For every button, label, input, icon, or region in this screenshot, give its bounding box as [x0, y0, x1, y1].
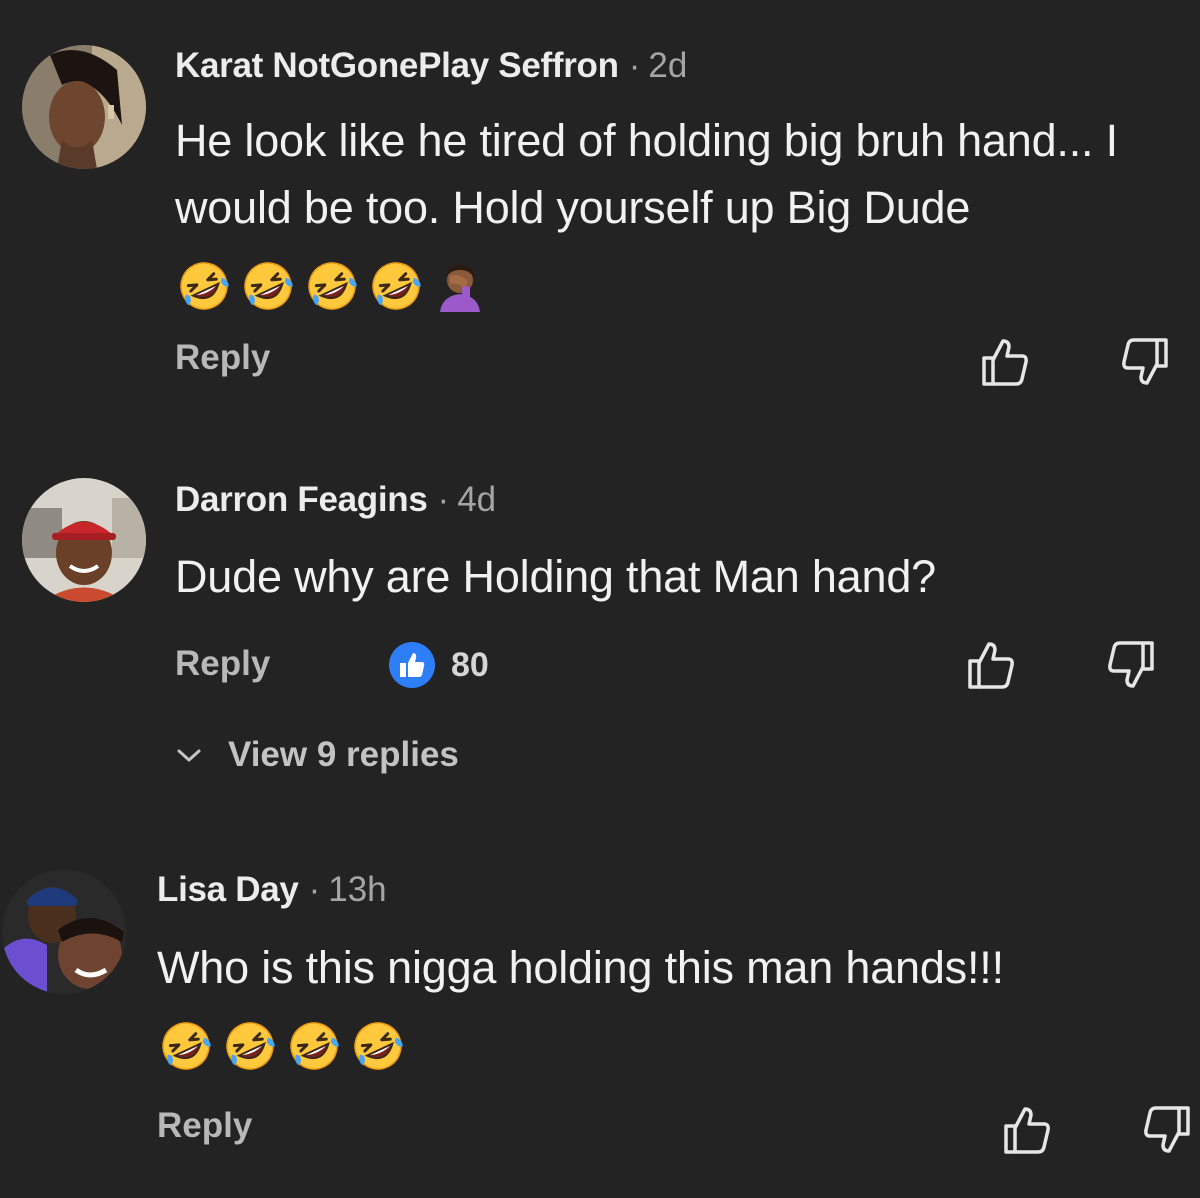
chevron-down-icon: [176, 745, 202, 765]
rolling-on-floor-laughing-emoji: [288, 1020, 340, 1072]
comment-text: Dude why are Holding that Man hand?: [175, 551, 936, 602]
rolling-on-floor-laughing-emoji: [224, 1020, 276, 1072]
comment-text-block: Who is this nigga holding this man hands…: [157, 934, 1197, 1076]
reply-button[interactable]: Reply: [157, 1104, 252, 1148]
emoji-row: [175, 249, 498, 316]
author-name[interactable]: Darron Feagins: [175, 480, 428, 519]
comment-age: 13h: [328, 870, 387, 909]
comment-header: Karat NotGonePlay Seffron · 2d: [175, 44, 687, 88]
view-replies-label: View 9 replies: [228, 735, 459, 774]
separator-dot: ·: [308, 870, 321, 909]
comment-header: Lisa Day · 13h: [157, 868, 387, 912]
reply-button[interactable]: Reply: [175, 336, 270, 380]
comment-header: Darron Feagins · 4d: [175, 478, 496, 522]
rolling-on-floor-laughing-emoji: [242, 260, 294, 312]
rolling-on-floor-laughing-emoji: [306, 260, 358, 312]
thumbs-down-outline-icon[interactable]: [1104, 637, 1160, 693]
reaction-count: 80: [451, 645, 489, 684]
thumbs-down-outline-icon[interactable]: [1118, 334, 1174, 390]
avatar[interactable]: [22, 45, 146, 169]
reaction-summary[interactable]: 80: [389, 642, 489, 688]
author-name[interactable]: Karat NotGonePlay Seffron: [175, 46, 619, 85]
woman-facepalming-emoji: [434, 260, 486, 312]
author-name[interactable]: Lisa Day: [157, 870, 299, 909]
comment-age: 4d: [457, 480, 497, 519]
comment-text: Who is this nigga holding this man hands…: [157, 942, 1004, 993]
thumbs-down-outline-icon[interactable]: [1140, 1102, 1196, 1158]
thumbs-up-outline-icon[interactable]: [976, 334, 1032, 390]
like-badge-icon: [389, 642, 435, 688]
rolling-on-floor-laughing-emoji: [352, 1020, 404, 1072]
emoji-row: [157, 1009, 416, 1076]
avatar[interactable]: [2, 870, 126, 994]
thumbs-up-outline-icon[interactable]: [962, 637, 1018, 693]
comment-text-block: Dude why are Holding that Man hand?: [175, 543, 1175, 610]
comment-age: 2d: [648, 46, 688, 85]
rolling-on-floor-laughing-emoji: [178, 260, 230, 312]
separator-dot: ·: [628, 46, 641, 85]
avatar[interactable]: [22, 478, 146, 602]
reply-button[interactable]: Reply: [175, 642, 270, 686]
comment-text: He look like he tired of holding big bru…: [175, 115, 1118, 233]
rolling-on-floor-laughing-emoji: [370, 260, 422, 312]
separator-dot: ·: [437, 480, 450, 519]
thumbs-up-outline-icon[interactable]: [998, 1102, 1054, 1158]
comment-text-block: He look like he tired of holding big bru…: [175, 107, 1175, 316]
view-replies-button[interactable]: View 9 replies: [176, 733, 459, 777]
rolling-on-floor-laughing-emoji: [160, 1020, 212, 1072]
